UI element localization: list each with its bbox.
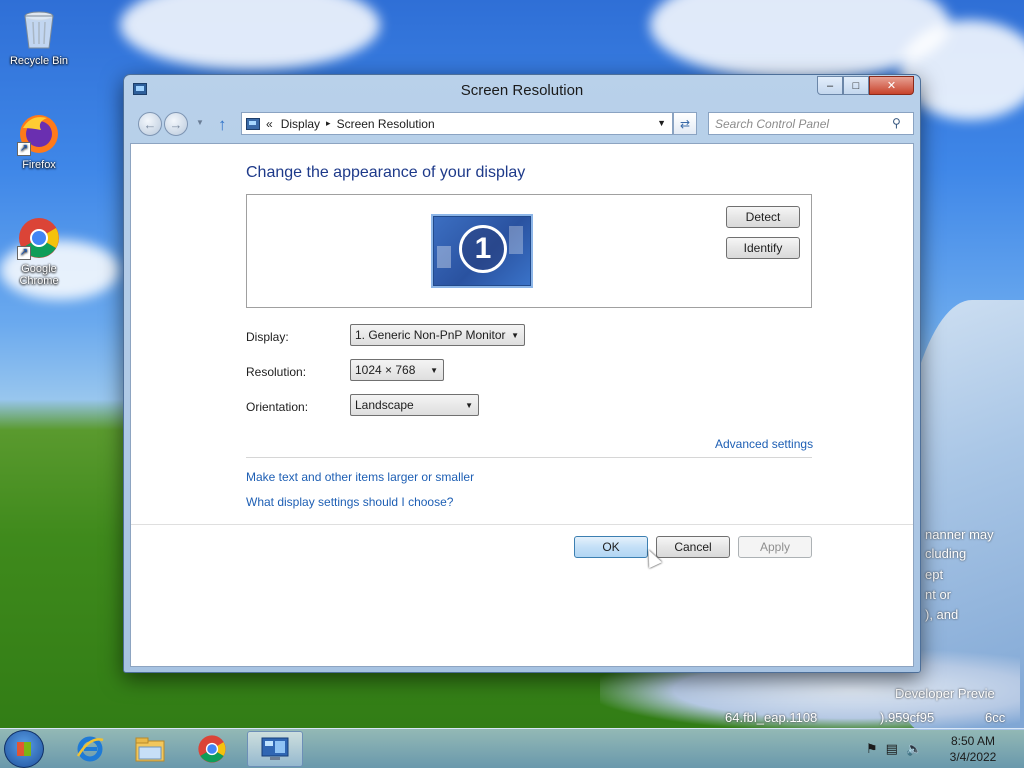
clock-date: 3/4/2022	[949, 750, 997, 764]
desktop-icon-label: Recycle Bin	[9, 55, 69, 67]
desktop-icon-label: Google Chrome	[19, 263, 59, 287]
ok-button[interactable]: OK	[574, 536, 648, 558]
apply-button[interactable]: Apply	[738, 536, 812, 558]
breadcrumb-display[interactable]: Display	[281, 117, 320, 131]
monitor-screen-detail	[509, 226, 523, 254]
display-select[interactable]: 1. Generic Non-PnP Monitor ▼	[350, 324, 525, 346]
identify-button[interactable]: Identify	[726, 237, 800, 259]
text-size-link[interactable]: Make text and other items larger or smal…	[246, 470, 474, 484]
chevron-down-icon: ▼	[465, 401, 473, 410]
window-title: Screen Resolution	[460, 82, 584, 99]
internet-explorer-icon	[76, 736, 104, 762]
resolution-label: Resolution:	[246, 365, 307, 379]
watermark-text: 64.fbl_eap.1108	[725, 710, 818, 725]
resolution-select[interactable]: 1024 × 768 ▼	[350, 359, 444, 381]
back-button[interactable]: ←	[138, 112, 162, 136]
chevron-down-icon: ▼	[511, 331, 519, 340]
chevron-down-icon: ▼	[430, 366, 438, 375]
breadcrumb-screen-resolution[interactable]: Screen Resolution	[337, 117, 435, 131]
monitor-screen-detail	[437, 246, 451, 268]
watermark-text: nanner may	[925, 527, 994, 542]
breadcrumb-separator-icon[interactable]: ▸	[326, 118, 331, 129]
system-tray: ⚑ ▤ 🔈	[866, 741, 922, 757]
shortcut-arrow-icon: ↗	[17, 246, 31, 260]
title-bar[interactable]: Screen Resolution – □ ✕	[124, 75, 920, 105]
watermark-text: ), and	[925, 607, 959, 622]
search-input[interactable]: Search Control Panel	[708, 112, 914, 135]
watermark-text: ept	[925, 567, 944, 582]
shortcut-arrow-icon: ↗	[17, 142, 31, 156]
chrome-icon	[198, 735, 226, 763]
cancel-button[interactable]: Cancel	[656, 536, 730, 558]
taskbar-control-panel[interactable]	[247, 731, 303, 767]
file-explorer-icon	[135, 737, 165, 762]
orientation-label: Orientation:	[246, 400, 309, 414]
monitor-1-thumbnail[interactable]: 1	[431, 214, 533, 288]
clock-time: 8:50 AM	[950, 734, 996, 748]
up-arrow-icon[interactable]: ↑	[218, 115, 227, 135]
divider	[131, 524, 913, 525]
watermark-text: ).959cf95	[880, 710, 935, 725]
address-dropdown-icon[interactable]: ▼	[657, 118, 666, 128]
close-button[interactable]: ✕	[869, 76, 914, 95]
screen-resolution-window: Screen Resolution – □ ✕ ← → ▼ ↑ « Displa…	[123, 74, 921, 673]
advanced-settings-link[interactable]: Advanced settings	[715, 437, 813, 451]
display-select-value: 1. Generic Non-PnP Monitor	[355, 328, 506, 342]
volume-icon[interactable]: 🔈	[906, 741, 922, 757]
forward-button[interactable]: →	[164, 112, 188, 136]
action-center-flag-icon[interactable]: ⚑	[866, 741, 878, 757]
address-bar[interactable]: « Display ▸ Screen Resolution ▼	[241, 112, 673, 135]
minimize-button[interactable]: –	[817, 76, 843, 95]
search-icon[interactable]: ⚲	[892, 116, 901, 130]
recent-pages-chevron-icon[interactable]: ▼	[196, 118, 204, 127]
detect-button[interactable]: Detect	[726, 206, 800, 228]
taskbar-internet-explorer[interactable]	[62, 731, 118, 767]
page-title: Change the appearance of your display	[246, 164, 526, 181]
content-area: Change the appearance of your display 1 …	[130, 143, 914, 667]
chrome-icon: ↗	[17, 216, 61, 260]
recycle-bin-icon	[17, 8, 61, 52]
refresh-button[interactable]: ⇄	[673, 112, 697, 135]
divider	[246, 457, 812, 458]
desktop-icon-chrome[interactable]: ↗ Google Chrome	[4, 216, 74, 287]
network-icon[interactable]: ▤	[886, 741, 898, 757]
taskbar: ⚑ ▤ 🔈 8:50 AM 3/4/2022	[0, 728, 1024, 768]
display-settings-help-link[interactable]: What display settings should I choose?	[246, 495, 453, 509]
watermark-text: 6cc	[985, 710, 1006, 725]
watermark-text: cluding	[925, 546, 967, 561]
cloud	[120, 0, 380, 70]
maximize-button[interactable]: □	[843, 76, 869, 95]
orientation-select-value: Landscape	[355, 398, 414, 412]
orientation-select[interactable]: Landscape ▼	[350, 394, 479, 416]
taskbar-chrome[interactable]	[184, 731, 240, 767]
navigation-bar: ← → ▼ ↑ « Display ▸ Screen Resolution ▼ …	[134, 109, 914, 139]
taskbar-file-explorer[interactable]	[122, 731, 178, 767]
start-button[interactable]	[4, 730, 44, 768]
watermark-text: Developer Previe	[895, 686, 995, 701]
window-controls: – □ ✕	[817, 76, 914, 95]
desktop-icon-firefox[interactable]: ↗ Firefox	[4, 112, 74, 171]
resolution-select-value: 1024 × 768	[355, 363, 416, 377]
clock[interactable]: 8:50 AM 3/4/2022	[930, 733, 1016, 765]
monitor-number: 1	[459, 225, 507, 273]
display-preview: 1 Detect Identify	[246, 194, 812, 308]
firefox-icon: ↗	[17, 112, 61, 156]
breadcrumb-overflow[interactable]: «	[266, 117, 273, 131]
watermark-text: nt or	[925, 587, 952, 602]
desktop-icon-recycle-bin[interactable]: Recycle Bin	[4, 8, 74, 67]
control-panel-icon	[261, 737, 289, 760]
display-label: Display:	[246, 330, 289, 344]
display-icon	[246, 117, 260, 130]
desktop-icon-label: Firefox	[22, 159, 56, 171]
